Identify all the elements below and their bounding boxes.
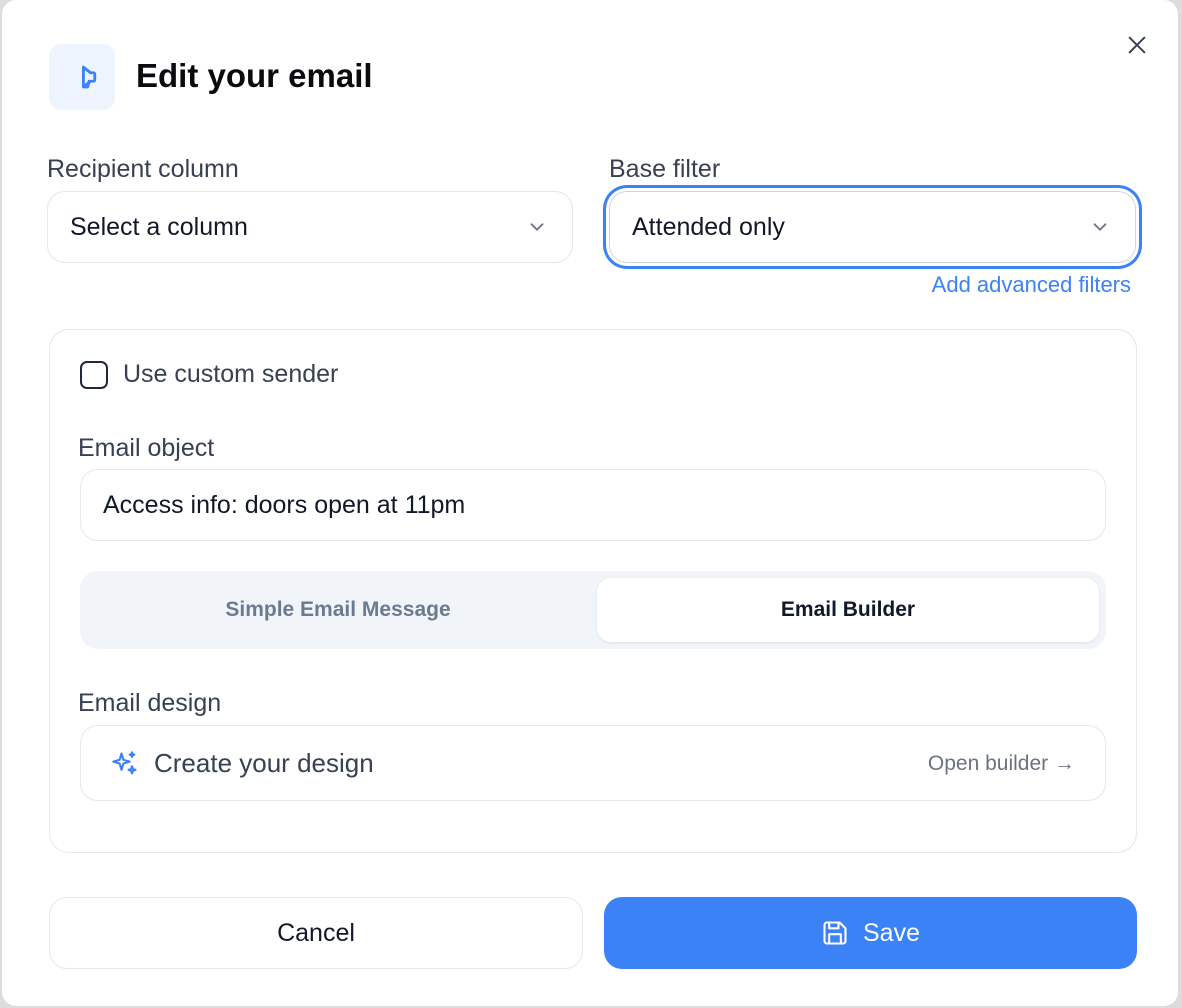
tab-simple-email-message[interactable]: Simple Email Message [87, 578, 589, 642]
recipient-column-placeholder: Select a column [70, 212, 248, 241]
edit-email-modal: Edit your email Recipient column Select … [2, 0, 1178, 1006]
close-icon [1128, 36, 1146, 54]
recipient-column-label: Recipient column [47, 155, 239, 183]
email-object-input[interactable] [80, 469, 1106, 541]
sparkles-icon [112, 751, 137, 775]
base-filter-label: Base filter [609, 155, 721, 183]
custom-sender-checkbox[interactable] [80, 361, 108, 389]
custom-sender-label: Use custom sender [123, 360, 339, 388]
base-filter-value: Attended only [632, 212, 785, 241]
base-filter-select[interactable]: Attended only [609, 191, 1136, 263]
save-button[interactable]: Save [604, 897, 1137, 969]
save-label: Save [863, 918, 920, 947]
modal-title: Edit your email [136, 57, 373, 94]
add-advanced-filters-link[interactable]: Add advanced filters [932, 272, 1131, 298]
cancel-button[interactable]: Cancel [49, 897, 583, 969]
email-object-label: Email object [78, 434, 215, 462]
tab-email-builder[interactable]: Email Builder [597, 578, 1099, 642]
chevron-down-icon [1093, 223, 1107, 231]
create-design-button[interactable]: Create your design Open builder → [80, 725, 1106, 801]
email-design-label: Email design [78, 689, 222, 717]
megaphone-icon [49, 44, 115, 110]
email-mode-tabs: Simple Email Message Email Builder [80, 571, 1106, 649]
floppy-disk-icon [823, 921, 847, 945]
chevron-down-icon [530, 223, 544, 231]
open-builder-link[interactable]: Open builder → [928, 750, 1075, 778]
cancel-label: Cancel [277, 918, 355, 947]
recipient-column-select[interactable]: Select a column [47, 191, 573, 263]
close-button[interactable] [1122, 30, 1152, 60]
create-design-text: Create your design [154, 748, 374, 778]
